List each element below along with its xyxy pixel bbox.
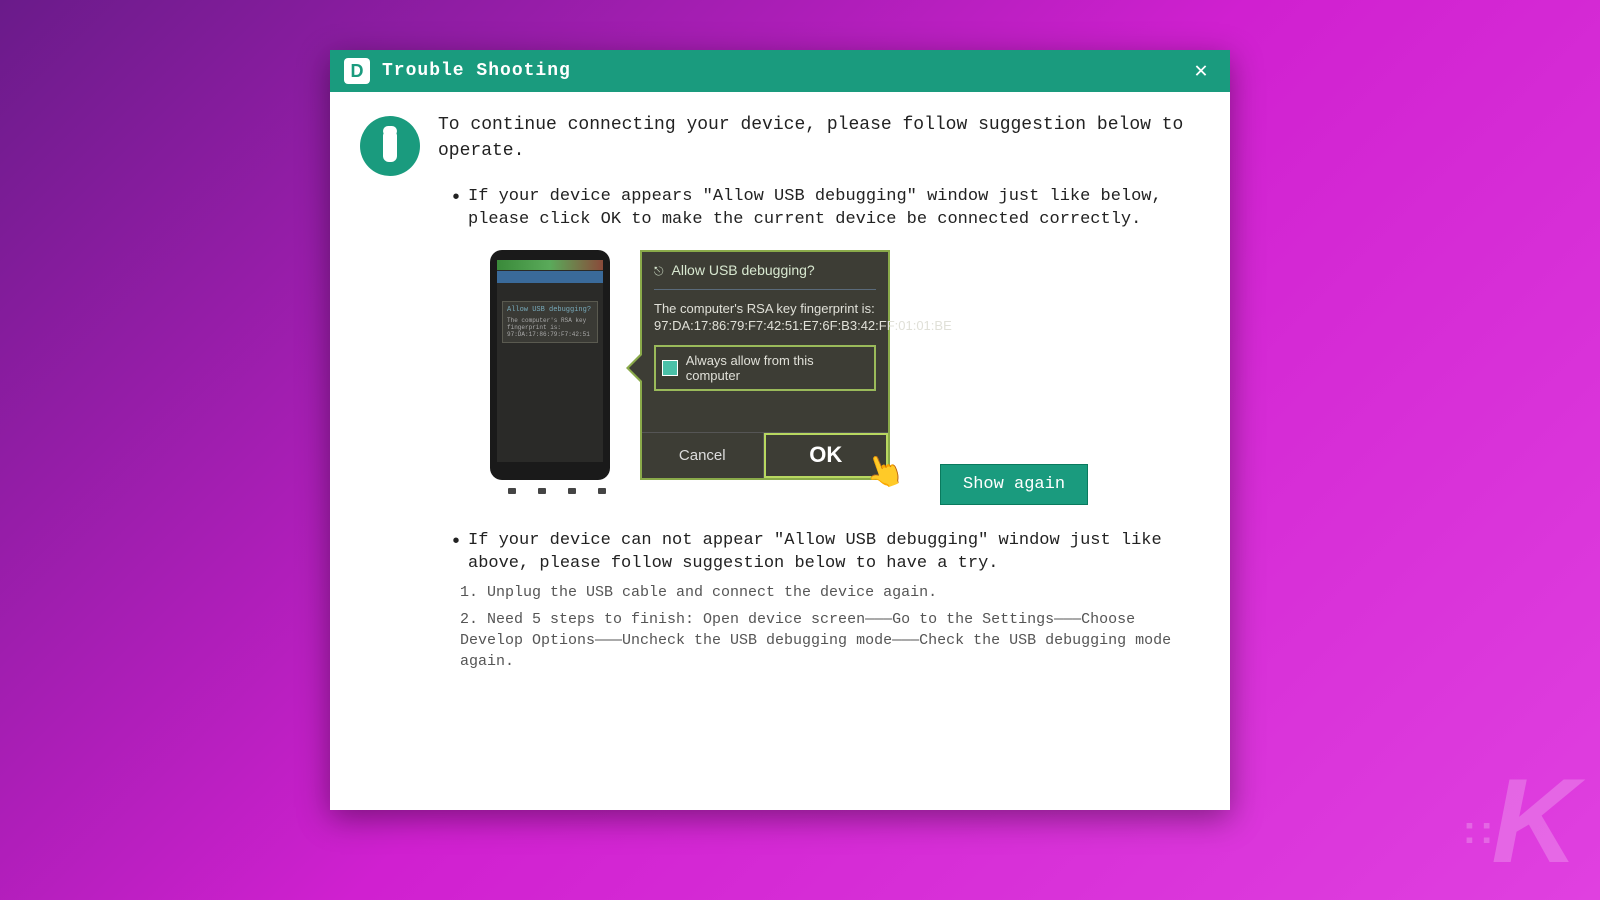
checkbox-icon[interactable]	[662, 360, 678, 376]
show-again-button[interactable]: Show again	[940, 464, 1088, 505]
hand-cursor-icon: 👆	[859, 446, 909, 495]
troubleshooting-dialog: D Trouble Shooting ✕ To continue connect…	[330, 50, 1230, 810]
phone-mockup: Allow USB debugging? The computer's RSA …	[490, 250, 610, 480]
ok-label: OK	[809, 442, 842, 468]
popup-title: Allow USB debugging?	[654, 262, 876, 290]
bullet-icon: •	[450, 530, 458, 576]
always-allow-label: Always allow from this computer	[686, 353, 868, 383]
always-allow-row[interactable]: Always allow from this computer	[654, 345, 876, 391]
watermark-letter: K	[1491, 752, 1570, 890]
bullet-2-text: If your device can not appear "Allow USB…	[468, 530, 1200, 576]
illustration: Allow USB debugging? The computer's RSA …	[490, 250, 1200, 510]
steps-list: 1. Unplug the USB cable and connect the …	[460, 582, 1200, 672]
bullet-1-text: If your device appears "Allow USB debugg…	[468, 186, 1200, 232]
titlebar: D Trouble Shooting ✕	[330, 50, 1230, 92]
intro-text: To continue connecting your device, plea…	[438, 112, 1200, 164]
step-1: 1. Unplug the USB cable and connect the …	[460, 582, 1200, 603]
popup-fingerprint: 97:DA:17:86:79:F7:42:51:E7:6F:B3:42:FF:0…	[654, 317, 876, 335]
usb-debugging-popup: Allow USB debugging? The computer's RSA …	[640, 250, 890, 480]
step-2: 2. Need 5 steps to finish: Open device s…	[460, 609, 1200, 672]
dialog-content: To continue connecting your device, plea…	[330, 92, 1230, 698]
app-icon: D	[344, 58, 370, 84]
window-title: Trouble Shooting	[382, 61, 1186, 81]
watermark-logo: :: K	[1463, 752, 1570, 890]
ok-button[interactable]: OK 👆	[764, 433, 889, 478]
bullet-icon: •	[450, 186, 458, 232]
close-icon[interactable]: ✕	[1186, 58, 1216, 84]
info-icon	[360, 116, 420, 176]
popup-body-label: The computer's RSA key fingerprint is:	[654, 300, 876, 318]
cancel-button[interactable]: Cancel	[642, 433, 764, 478]
